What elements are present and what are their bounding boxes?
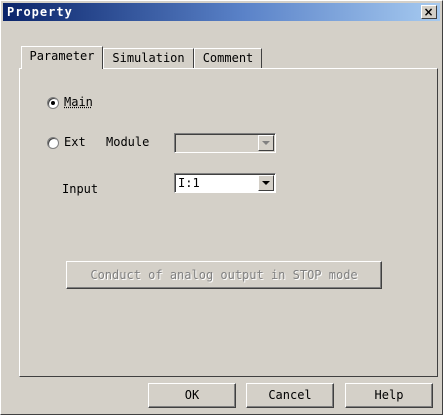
parameter-panel: Main Ext Module Input I:1 Conduct of ana… — [19, 68, 438, 377]
conduct-stop-mode-button[interactable]: Conduct of analog output in STOP mode — [66, 261, 382, 289]
chevron-down-icon[interactable] — [258, 135, 274, 151]
close-button[interactable]: × — [421, 5, 437, 19]
ext-radio-label[interactable]: Ext — [64, 135, 86, 149]
tab-comment[interactable]: Comment — [194, 48, 262, 68]
ok-button[interactable]: OK — [148, 383, 236, 408]
property-dialog: Property × Parameter Simulation Comment … — [0, 0, 443, 415]
cancel-button[interactable]: Cancel — [246, 383, 334, 408]
input-select[interactable]: I:1 — [174, 173, 276, 193]
radio-checked-dot — [51, 101, 55, 105]
tab-parameter[interactable]: Parameter — [21, 46, 103, 69]
chevron-down-icon[interactable] — [258, 175, 274, 191]
module-label: Module — [106, 135, 150, 149]
module-select[interactable] — [174, 133, 276, 153]
title-bar: Property × — [3, 3, 440, 21]
window-title: Property — [7, 5, 73, 19]
ext-radio[interactable] — [47, 137, 59, 149]
input-label: Input — [62, 182, 99, 196]
tab-simulation[interactable]: Simulation — [103, 48, 194, 68]
help-button[interactable]: Help — [345, 383, 433, 408]
main-radio[interactable] — [47, 97, 59, 109]
main-radio-label[interactable]: Main — [64, 95, 93, 109]
